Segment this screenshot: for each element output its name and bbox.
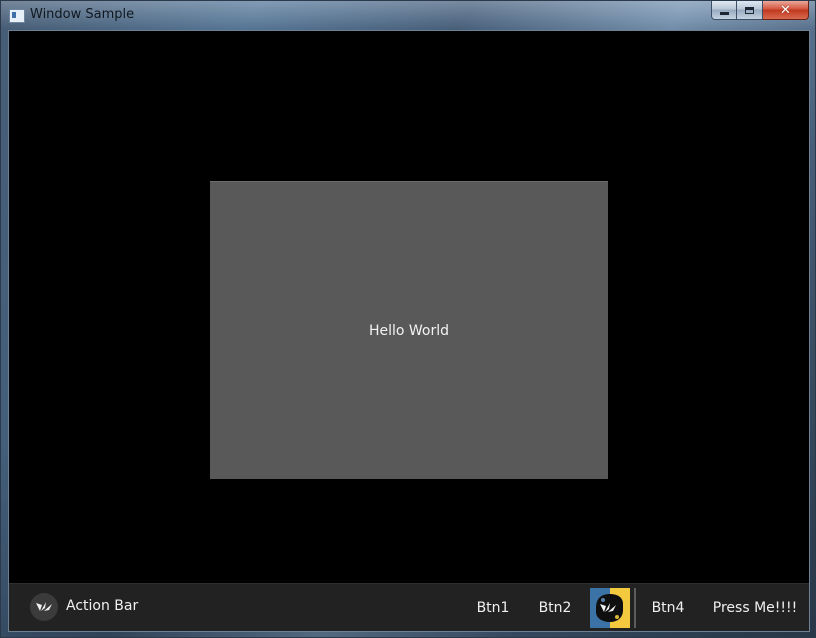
kivy-logo-icon[interactable] <box>30 593 58 621</box>
action-bar: Action Bar Btn1 Btn2 Btn4 Press Me!!!! <box>9 583 809 631</box>
btn2-button[interactable]: Btn2 <box>530 584 580 631</box>
content-panel: Hello World <box>210 181 608 479</box>
client-area: Hello World Action Bar Btn1 Btn2 Btn4 Pr… <box>8 30 810 632</box>
press-me-button[interactable]: Press Me!!!! <box>709 584 801 631</box>
close-icon: ✕ <box>780 2 791 18</box>
close-button[interactable]: ✕ <box>763 1 809 20</box>
window-title: Window Sample <box>30 7 135 22</box>
btn4-button[interactable]: Btn4 <box>643 584 693 631</box>
hello-world-label: Hello World <box>368 322 450 339</box>
title-bar[interactable]: Window Sample ✕ <box>1 1 815 29</box>
action-bar-title[interactable]: Action Bar <box>66 598 138 614</box>
minimize-button[interactable] <box>711 1 737 20</box>
caption-buttons: ✕ <box>711 1 809 21</box>
btn1-button[interactable]: Btn1 <box>468 584 518 631</box>
action-separator <box>634 588 636 628</box>
python-kivy-logo-icon <box>596 594 623 622</box>
app-window-icon[interactable] <box>9 9 25 23</box>
maximize-icon <box>745 6 754 14</box>
python-kivy-image-button[interactable] <box>590 588 630 628</box>
application-window: Window Sample ✕ Hello World Action Bar B… <box>0 0 816 638</box>
minimize-icon <box>719 12 729 15</box>
maximize-button[interactable] <box>737 1 763 20</box>
